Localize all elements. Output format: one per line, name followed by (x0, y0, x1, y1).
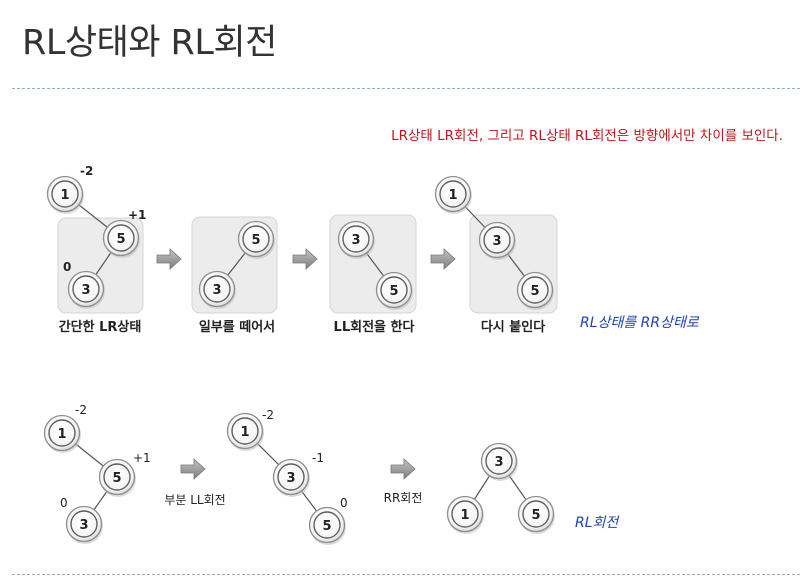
node-label: 5 (116, 232, 125, 247)
node-label: 1 (460, 508, 469, 523)
handwritten-note: RL회전 (575, 515, 619, 531)
node-label: 3 (492, 234, 501, 249)
arrow-icon (180, 458, 206, 480)
tree-node: 5 (308, 506, 347, 546)
node-label: 1 (448, 188, 457, 203)
node-label: 5 (322, 519, 331, 534)
handwritten-note: RL상태를 RR상태로 (580, 315, 700, 331)
tree-node: 5 (98, 458, 137, 498)
caption: LL회전을 한다 (334, 319, 415, 335)
step-label: RR회전 (384, 491, 423, 505)
tree-node: 3 (198, 270, 237, 310)
tree-node: 5 (237, 220, 276, 260)
tree-node: 5 (517, 495, 556, 535)
tree-node: 1 (46, 175, 85, 215)
tree-node: 1 (434, 175, 473, 215)
tree-node: 3 (480, 442, 519, 482)
balance-factor: -1 (312, 451, 324, 465)
caption: 다시 붙인다 (481, 319, 545, 335)
tree-node: 5 (375, 271, 414, 311)
node-label: 3 (212, 283, 221, 298)
tree-node: 1 (446, 495, 485, 535)
rotation-diagram: 1 5 3 -2 +1 0 5 3 3 5 1 3 5 간단한 LR상태 일부를… (43, 164, 700, 546)
node-label: 5 (389, 284, 398, 299)
tree-node: 3 (67, 270, 106, 310)
balance-factor: +1 (133, 451, 151, 465)
balance-factor: -2 (262, 408, 274, 422)
node-label: 1 (240, 425, 249, 440)
tree-node: 5 (516, 271, 555, 311)
node-label: 3 (351, 233, 360, 248)
balance-factor: 0 (63, 260, 71, 274)
node-label: 5 (112, 471, 121, 486)
node-label: 5 (530, 284, 539, 299)
arrow-icon (390, 458, 416, 480)
node-label: 5 (251, 233, 260, 248)
node-label: 3 (81, 283, 90, 298)
node-label: 3 (494, 455, 503, 470)
node-label: 5 (531, 508, 540, 523)
node-label: 3 (79, 518, 88, 533)
tree-node: 1 (226, 412, 265, 452)
node-label: 3 (286, 471, 295, 486)
tree-node: 3 (65, 505, 104, 545)
balance-factor: +1 (128, 208, 146, 222)
tree-node: 3 (478, 221, 517, 261)
node-label: 1 (57, 427, 66, 442)
tree-node: 3 (272, 458, 311, 498)
balance-factor: -2 (80, 164, 93, 178)
node-label: 1 (60, 188, 69, 203)
balance-factor: -2 (75, 403, 87, 417)
arrow-icon (430, 248, 456, 270)
tree-node: 3 (337, 220, 376, 260)
arrow-icon (156, 248, 182, 270)
caption: 일부를 떼어서 (199, 319, 275, 335)
balance-factor: 0 (340, 496, 348, 510)
balance-factor: 0 (60, 496, 68, 510)
arrow-icon (292, 248, 318, 270)
step-label: 부분 LL회전 (164, 493, 225, 507)
tree-node: 1 (43, 414, 82, 454)
tree-node: 5 (102, 219, 141, 259)
caption: 간단한 LR상태 (59, 319, 142, 335)
